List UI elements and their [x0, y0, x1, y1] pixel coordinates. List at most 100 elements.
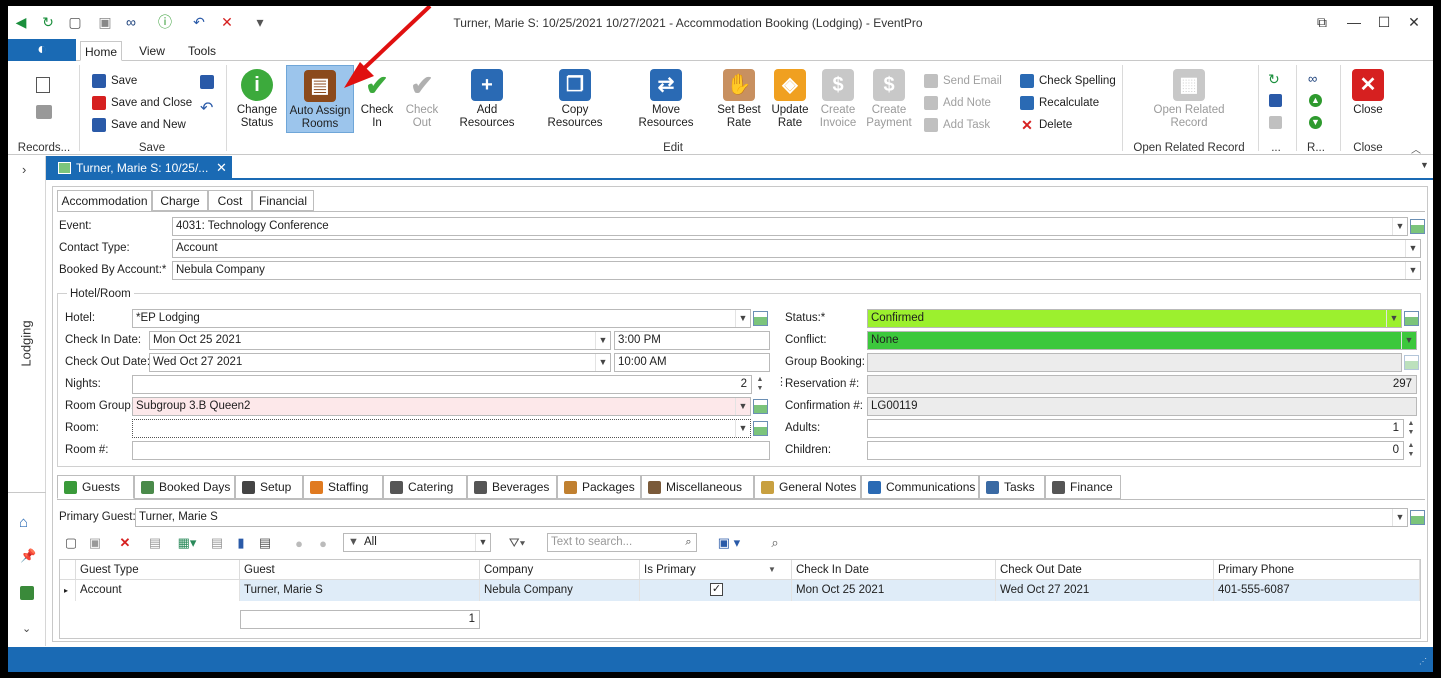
status-lookup-icon[interactable]: [1404, 311, 1419, 326]
save-button[interactable]: Save: [92, 71, 137, 91]
nights-stepper[interactable]: ▲ ▼: [754, 375, 766, 394]
binoculars-icon[interactable]: ∞: [122, 13, 140, 31]
primary-guest-lookup-icon[interactable]: [1410, 510, 1425, 525]
grid-options-icon[interactable]: ▦▾: [175, 533, 199, 553]
copy-row-icon[interactable]: ▣: [87, 533, 103, 553]
record-list-icon[interactable]: [1269, 116, 1282, 129]
adults-field[interactable]: 1: [867, 419, 1404, 438]
chevron-down-icon[interactable]: ▼: [1405, 262, 1420, 279]
back-icon[interactable]: ◀: [12, 13, 30, 31]
add-task-button[interactable]: Add Task: [924, 115, 990, 135]
chevron-down-icon[interactable]: ▼: [735, 420, 750, 437]
chevron-down-icon[interactable]: ▼: [1401, 332, 1416, 349]
undo-icon[interactable]: ↶: [190, 13, 208, 31]
close-window-button[interactable]: ✕: [1400, 12, 1428, 32]
nights-field[interactable]: 2: [132, 375, 752, 394]
move-up-icon[interactable]: ●: [291, 533, 307, 553]
chevron-down-icon[interactable]: ▼: [595, 332, 610, 349]
create-invoice-button[interactable]: $ Create Invoice: [816, 65, 860, 133]
send-email-button[interactable]: Send Email: [924, 71, 1002, 91]
tab-booked-days[interactable]: Booked Days: [134, 475, 235, 499]
change-status-button[interactable]: i Change Status: [232, 65, 282, 133]
undo-icon[interactable]: ↶: [200, 101, 216, 117]
is-primary-checkbox[interactable]: ✓: [710, 583, 723, 596]
check-out-time-field[interactable]: 10:00 AM: [614, 353, 770, 372]
chevron-down-icon[interactable]: ▼: [1405, 240, 1420, 257]
table-row[interactable]: ▸ Account Turner, Marie S Nebula Company ✓ Mo…: [60, 560, 1420, 601]
add-resources-button[interactable]: + Add Resources: [448, 65, 526, 133]
status-select[interactable]: Confirmed ▼: [867, 309, 1402, 328]
save-all-icon[interactable]: [200, 75, 214, 89]
chevron-down-icon[interactable]: ⌄: [22, 622, 31, 635]
add-note-button[interactable]: Add Note: [924, 93, 991, 113]
recalculate-button[interactable]: Recalculate: [1020, 93, 1099, 113]
chevron-down-icon[interactable]: ▼: [1392, 509, 1407, 526]
move-resources-button[interactable]: ⇄ Move Resources: [624, 65, 708, 133]
close-button[interactable]: ✕ Close: [1346, 65, 1390, 133]
tab-miscellaneous[interactable]: Miscellaneous: [641, 475, 754, 499]
move-down-icon[interactable]: ●: [315, 533, 331, 553]
create-payment-button[interactable]: $ Create Payment: [864, 65, 914, 133]
tab-cost[interactable]: Cost: [208, 190, 252, 211]
minimize-button[interactable]: —: [1340, 12, 1368, 32]
info-icon[interactable]: ⓘ: [152, 13, 178, 31]
tab-catering[interactable]: Catering: [383, 475, 467, 499]
print-preview-icon[interactable]: ▮: [233, 533, 249, 553]
application-menu-button[interactable]: ◐: [8, 39, 76, 61]
conflict-select[interactable]: None ▼: [867, 331, 1417, 350]
adults-stepper[interactable]: ▲ ▼: [1405, 419, 1417, 438]
check-in-time-field[interactable]: 3:00 PM: [614, 331, 770, 350]
cell-phone[interactable]: 401-555-6087: [1214, 580, 1420, 601]
restore-window-button[interactable]: ⧉: [1308, 12, 1336, 32]
tab-financial[interactable]: Financial: [252, 190, 314, 211]
chevron-down-icon[interactable]: ▼: [1392, 218, 1407, 235]
home-icon[interactable]: ⌂: [19, 514, 28, 531]
copy-icon[interactable]: ▣: [96, 13, 114, 31]
save-and-close-button[interactable]: Save and Close: [92, 93, 192, 113]
close-tab-icon[interactable]: ✕: [216, 156, 227, 180]
room-group-lookup-icon[interactable]: [753, 399, 768, 414]
tab-charge[interactable]: Charge: [152, 190, 208, 211]
find-icon[interactable]: ⌕: [767, 533, 783, 553]
contact-type-select[interactable]: Account ▼: [172, 239, 1421, 258]
cell-check-in[interactable]: Mon Oct 25 2021: [792, 580, 996, 601]
tab-accommodation[interactable]: Accommodation: [57, 190, 152, 212]
new-record-button[interactable]: [36, 77, 50, 93]
event-field[interactable]: 4031: Technology Conference ▼: [172, 217, 1408, 236]
collapse-ribbon-icon[interactable]: ︿: [1411, 141, 1421, 156]
delete-row-icon[interactable]: ✕: [117, 533, 133, 553]
document-tab[interactable]: Turner, Marie S: 10/25/... ✕: [46, 156, 232, 180]
check-in-date-picker[interactable]: Mon Oct 25 2021 ▼: [149, 331, 611, 350]
new-record-icon[interactable]: ▢: [66, 13, 84, 31]
tab-general-notes[interactable]: General Notes: [754, 475, 861, 499]
check-out-date-picker[interactable]: Wed Oct 27 2021 ▼: [149, 353, 611, 372]
search-icon[interactable]: ⌕: [681, 534, 696, 551]
tab-finance[interactable]: Finance: [1045, 475, 1121, 499]
copy-record-button[interactable]: [36, 105, 52, 119]
event-lookup-icon[interactable]: [1410, 219, 1425, 234]
chevron-down-icon[interactable]: ▼: [735, 310, 750, 327]
delete-button[interactable]: ✕ Delete: [1020, 115, 1072, 135]
pin-icon[interactable]: 📌: [20, 548, 36, 564]
tab-list-dropdown-icon[interactable]: ▼: [1420, 160, 1429, 170]
grid-search-input[interactable]: Text to search... ⌕: [547, 533, 697, 552]
room-select[interactable]: ▼: [132, 419, 751, 438]
children-stepper[interactable]: ▲ ▼: [1405, 441, 1417, 460]
copy-resources-button[interactable]: ❐ Copy Resources: [534, 65, 616, 133]
refresh-icon[interactable]: ↻: [39, 13, 57, 31]
booked-by-select[interactable]: Nebula Company ▼: [172, 261, 1421, 280]
save-and-new-button[interactable]: Save and New: [92, 115, 186, 135]
filter-options-icon[interactable]: ⛛▾: [505, 533, 529, 553]
check-spelling-button[interactable]: Check Spelling: [1020, 71, 1116, 91]
tab-beverages[interactable]: Beverages: [467, 475, 557, 499]
cell-guest[interactable]: Turner, Marie S: [240, 580, 480, 601]
down-arrow-icon[interactable]: ▼: [1309, 116, 1322, 129]
chevron-down-icon[interactable]: ▼: [735, 398, 750, 415]
chevron-down-icon[interactable]: ▼: [1386, 310, 1401, 327]
resize-grip-icon[interactable]: ⋰: [1419, 657, 1427, 666]
up-arrow-icon[interactable]: ▲: [1309, 94, 1322, 107]
primary-guest-select[interactable]: Turner, Marie S ▼: [135, 508, 1408, 527]
tab-home[interactable]: Home: [80, 41, 122, 61]
room-lookup-icon[interactable]: [753, 421, 768, 436]
save-layout-icon[interactable]: ▣ ▾: [713, 533, 745, 553]
